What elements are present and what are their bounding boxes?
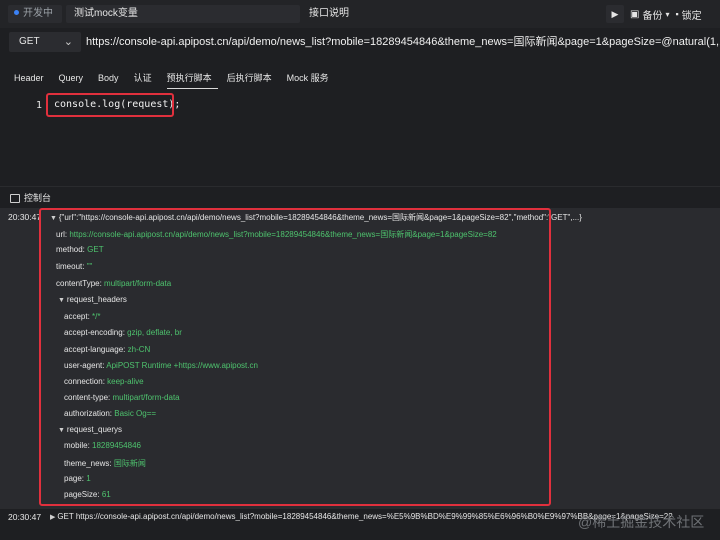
url-input[interactable]: https://console-api.apipost.cn/api/demo/… (86, 32, 720, 52)
api-doc-button[interactable]: 接口说明 (305, 5, 353, 23)
console-title: 控制台 (24, 193, 52, 203)
save-icon: ▣ (630, 8, 640, 20)
line-number: 1 (35, 100, 42, 111)
tab-body[interactable]: Body (98, 72, 125, 88)
run-button[interactable]: ▶ (606, 5, 624, 23)
backup-button[interactable]: ▣ 备份 ▾ (630, 7, 669, 22)
chevron-down-icon: ⌄ (63, 36, 73, 48)
tab-query[interactable]: Query (59, 72, 90, 88)
tab-header[interactable]: Header (14, 72, 50, 88)
environment-selector[interactable]: 开发中 (8, 5, 62, 23)
lock-button[interactable]: ▪ 锁定 (675, 7, 701, 22)
top-right-tools: ▶ ▣ 备份 ▾ ▪ 锁定 (606, 4, 702, 24)
tab-auth[interactable]: 认证 (134, 72, 158, 88)
watermark: @稀土掘金技术社区 (578, 514, 705, 530)
code-highlight-box (46, 93, 174, 117)
log-timestamp: 20:30:47 (8, 212, 42, 222)
console-header[interactable]: 控制台 (0, 186, 720, 209)
tab-mock[interactable]: Mock 服务 (287, 72, 335, 88)
tab-pre-script[interactable]: 预执行脚本 (166, 72, 218, 89)
play-icon: ▶ (611, 8, 619, 19)
env-status-dot (14, 10, 19, 15)
api-title-input[interactable]: 测试mock变量 (66, 5, 300, 23)
env-label: 开发中 (23, 8, 53, 19)
lock-icon: ▪ (675, 9, 679, 19)
tab-post-script[interactable]: 后执行脚本 (227, 72, 278, 88)
method-select[interactable]: GET ⌄ (9, 32, 81, 52)
log-timestamp: 20:30:47 (8, 512, 42, 522)
method-value: GET (19, 36, 40, 47)
lock-label: 锁定 (681, 10, 702, 22)
console-icon (10, 194, 20, 203)
chevron-down-icon: ▾ (665, 9, 670, 19)
request-tabs: Header Query Body 认证 预执行脚本 后执行脚本 Mock 服务 (14, 72, 344, 89)
log-highlight-box (39, 208, 551, 506)
backup-label: 备份 (642, 10, 663, 22)
